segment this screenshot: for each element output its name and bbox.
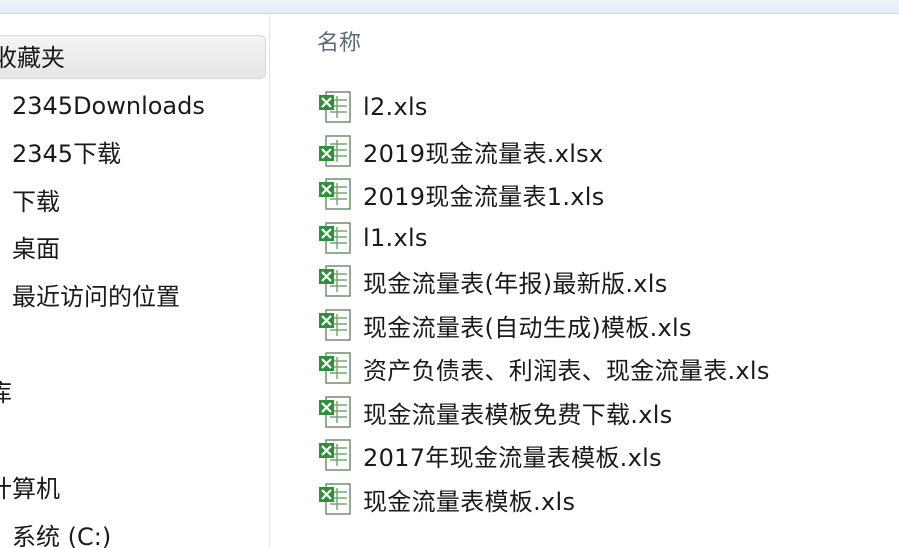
file-name: 现金流量表(自动生成)模板.xls — [363, 313, 692, 342]
excel-file-icon — [319, 91, 351, 123]
excel-file-icon — [319, 396, 351, 428]
file-row[interactable]: 现金流量表模板免费下载.xls — [317, 392, 673, 432]
file-name: 现金流量表模板.xls — [363, 487, 576, 516]
file-row[interactable]: 现金流量表模板.xls — [317, 479, 575, 519]
file-name: 现金流量表(年报)最新版.xls — [363, 269, 668, 298]
nav-item-2345downloads[interactable]: 2345Downloads — [12, 88, 205, 124]
excel-file-icon — [319, 483, 351, 515]
file-name: l1.xls — [363, 224, 428, 252]
nav-favorites-label: 收藏夹 — [0, 44, 65, 72]
nav-favorites[interactable]: 收藏夹 — [0, 35, 266, 79]
nav-libraries-label: 库 — [0, 379, 12, 407]
navigation-pane[interactable]: 收藏夹 2345Downloads 2345下载 下载 桌面 最近访问的位置 库… — [0, 15, 270, 548]
file-name: 资产负债表、利润表、现金流量表.xls — [363, 356, 770, 385]
excel-file-icon — [319, 352, 351, 384]
excel-xlsx-file-icon — [319, 135, 351, 167]
explorer-window: 收藏夹 2345Downloads 2345下载 下载 桌面 最近访问的位置 库… — [0, 0, 899, 548]
excel-file-icon — [319, 178, 351, 210]
file-row[interactable]: 现金流量表(自动生成)模板.xls — [317, 305, 692, 345]
nav-item-label: 2345下载 — [12, 140, 122, 168]
excel-file-icon — [319, 439, 351, 471]
file-row[interactable]: l1.xls — [317, 218, 428, 258]
file-row[interactable]: 2019现金流量表.xlsx — [317, 131, 604, 171]
nav-item-label: 系统 (C:) — [12, 523, 112, 548]
file-name: l2.xls — [363, 93, 428, 121]
file-name: 2019现金流量表1.xls — [363, 182, 605, 211]
nav-item-desktop[interactable]: 桌面 — [12, 231, 60, 267]
column-header-name[interactable]: 名称 — [317, 25, 361, 57]
file-row[interactable]: 现金流量表(年报)最新版.xls — [317, 261, 668, 301]
nav-item-system-c[interactable]: 系统 (C:) — [12, 519, 111, 548]
file-row[interactable]: 资产负债表、利润表、现金流量表.xls — [317, 348, 770, 388]
nav-item-label: 最近访问的位置 — [12, 283, 180, 311]
nav-computer[interactable]: 计算机 — [0, 471, 60, 507]
nav-item-recent-places[interactable]: 最近访问的位置 — [12, 279, 180, 315]
file-row[interactable]: l2.xls — [317, 87, 428, 127]
file-list-pane[interactable]: 名称 l2.xls 2019现金流量表.xlsx 2019现金流量表1.xls … — [271, 15, 899, 548]
excel-file-icon — [319, 309, 351, 341]
file-row[interactable]: 2017年现金流量表模板.xls — [317, 435, 662, 475]
file-name: 现金流量表模板免费下载.xls — [363, 400, 673, 429]
nav-computer-label: 计算机 — [0, 475, 60, 503]
file-row[interactable]: 2019现金流量表1.xls — [317, 174, 605, 214]
excel-file-icon — [319, 265, 351, 297]
nav-item-label: 桌面 — [12, 235, 60, 263]
nav-item-xiazai[interactable]: 下载 — [12, 184, 60, 220]
nav-item-label: 下载 — [12, 188, 60, 216]
nav-item-2345-xiazai[interactable]: 2345下载 — [12, 136, 121, 172]
file-name: 2019现金流量表.xlsx — [363, 139, 604, 168]
nav-item-label: 2345Downloads — [12, 92, 205, 120]
nav-libraries[interactable]: 库 — [0, 375, 12, 411]
file-name: 2017年现金流量表模板.xls — [363, 443, 662, 472]
excel-file-icon — [319, 222, 351, 254]
toolbar-strip — [0, 0, 899, 14]
